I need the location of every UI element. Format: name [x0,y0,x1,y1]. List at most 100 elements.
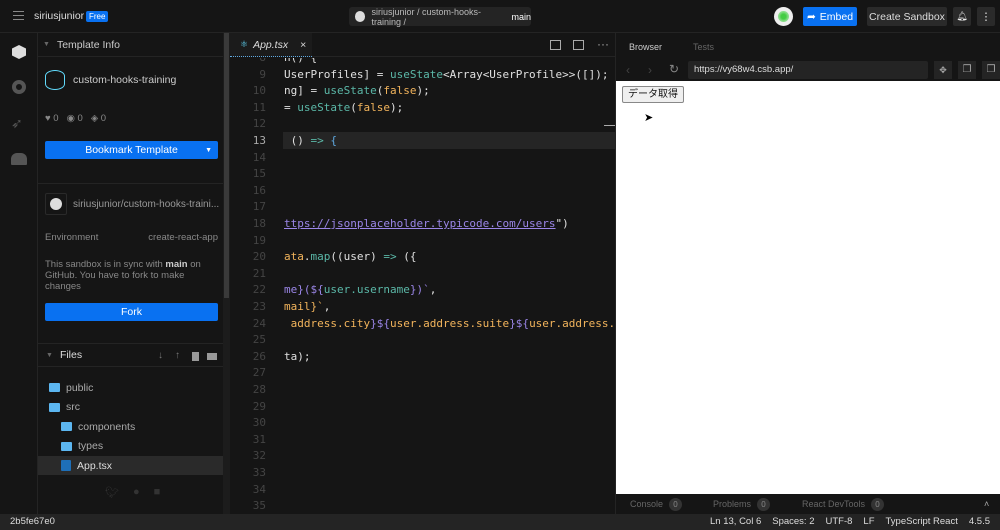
language-mode[interactable]: TypeScript React [886,516,958,527]
bookmark-template-button[interactable]: Bookmark Template ▼ [45,141,218,159]
line-number: 28 [252,383,266,396]
refresh-icon[interactable]: ↻ [669,62,679,76]
close-icon[interactable]: × [300,39,306,51]
code-line: 12 [230,116,615,133]
upload-icon[interactable]: ↑ [175,350,180,361]
code-line: 17 [230,199,615,216]
folder-icon [61,422,72,431]
folder-icon [61,441,72,451]
chevron-up-icon[interactable]: ˄ [984,499,989,509]
username[interactable]: siriusjunior [34,10,84,22]
code-line: 29 [230,399,615,416]
back-icon[interactable]: ‹ [626,63,630,77]
file-name: components [78,420,136,433]
more-icon[interactable]: ··· [597,37,609,51]
discord-icon[interactable]: ■ [154,486,161,499]
social-links: 🐦︎ ● ■ [105,486,160,499]
twitter-icon[interactable]: 🐦︎ [105,486,119,499]
line-number: 33 [252,466,266,479]
rocket-icon[interactable]: ➶ [11,115,23,132]
more-menu-icon[interactable]: ⋮ [977,7,995,26]
tab-console[interactable]: Console 0 [630,497,683,511]
file-name: src [66,401,80,413]
eye-icon: ◉ [66,113,75,124]
forward-icon[interactable]: › [648,63,652,77]
folder-open-icon [49,402,60,412]
open-window-icon[interactable]: ❒ [982,61,1000,79]
github-icon[interactable]: ● [133,486,140,499]
code-line: 26 ta); [230,349,615,366]
repo-path: siriusjunior / custom-hooks-training / [371,6,482,27]
sidebar-scrollbar[interactable] [223,33,230,514]
fetch-data-button[interactable]: データ取得 [622,86,684,103]
code-line: 19 [230,233,615,250]
encoding[interactable]: UTF-8 [826,516,853,527]
devtools-icon[interactable]: ✥ [934,61,952,79]
code-text: ttps://jsonplaceholder.typicode.com/user… [284,217,569,230]
indentation[interactable]: Spaces: 2 [772,516,814,527]
caret-down-icon: ▼ [43,41,50,48]
github-repo-link[interactable]: siriusjunior/custom-hooks-traini... [73,199,219,210]
line-number: 34 [252,482,266,496]
embed-button[interactable]: ➦ Embed [803,7,857,26]
tab-problems[interactable]: Problems 0 [713,497,771,511]
new-file-icon[interactable] [192,352,199,361]
file-tree-item[interactable]: public [38,378,223,397]
template-info-header[interactable]: ▼ Template Info [38,33,223,57]
plan-badge: Free [86,11,109,22]
copy-icon[interactable]: ❐ [958,61,976,79]
code-area[interactable]: 8 n() {9 UserProfiles] = useState<Array<Us… [230,58,615,514]
line-number: 11 [252,100,266,114]
line-number: 31 [252,432,266,446]
tab-tests[interactable]: Tests [693,42,714,52]
file-name: App.tsx [77,459,113,472]
code-line: 35 [230,498,615,514]
avatar[interactable] [774,7,793,26]
typescript-version[interactable]: 4.5.5 [969,516,990,527]
menu-icon[interactable] [13,11,24,20]
cube-icon[interactable] [12,45,26,59]
repo-breadcrumb[interactable]: siriusjunior / custom-hooks-training / m… [349,6,531,27]
chevron-down-icon[interactable]: ▼ [205,147,212,154]
environment-value: create-react-app [148,232,218,243]
team-icon[interactable] [11,153,27,165]
tab-react-devtools[interactable]: React DevTools 0 [802,497,885,511]
fork-button[interactable]: Fork [45,303,218,321]
caret-down-icon: ▼ [46,351,53,359]
url-input[interactable]: https://vy68w4.csb.app/ [688,61,928,79]
code-line: 22 me}(${user.username})`, [230,282,615,299]
template-name: custom-hooks-training [73,74,177,86]
environment-label: Environment [45,232,99,243]
split-view-icon[interactable] [550,40,561,50]
template-info-title: Template Info [56,38,120,51]
forks-stat: ◈ 0 [90,113,107,124]
code-line: 27 [230,365,615,382]
line-ending[interactable]: LF [863,516,874,527]
code-editor[interactable]: ⚛ App.tsx × ··· 8 n() {9 UserProfiles] = use… [230,33,615,514]
embed-label: Embed [819,10,854,23]
code-line: 32 [230,448,615,465]
react-icon [45,70,65,90]
line-number: 12 [252,117,266,131]
download-icon[interactable]: ↓ [158,350,163,361]
cursor-position[interactable]: Ln 13, Col 6 [710,516,761,527]
file-tree-item[interactable]: src [38,398,223,417]
tab-app-tsx[interactable]: ⚛ App.tsx × [230,33,312,57]
create-sandbox-button[interactable]: Create Sandbox [867,7,947,26]
react-icon: ⚛ [240,39,249,49]
tab-browser[interactable]: Browser [629,42,662,52]
github-icon [355,11,366,22]
gear-icon[interactable] [12,80,26,94]
preview-icon[interactable] [573,40,584,50]
files-header[interactable]: ▼ Files ↓ ↑ [38,343,223,367]
file-tree-item[interactable]: types [38,437,223,456]
code-line: 9 UserProfiles] = useState<Array<UserProf… [230,67,615,84]
bell-icon[interactable]: 🔔︎ [953,7,971,26]
code-line: 16 [230,183,615,200]
file-tree-item[interactable]: components [38,417,223,436]
line-number: 23 [252,300,266,313]
file-tree-item[interactable]: App.tsx [38,456,223,475]
new-folder-icon[interactable] [207,353,217,360]
tsx-file-icon [61,460,71,471]
line-number: 22 [252,283,266,297]
